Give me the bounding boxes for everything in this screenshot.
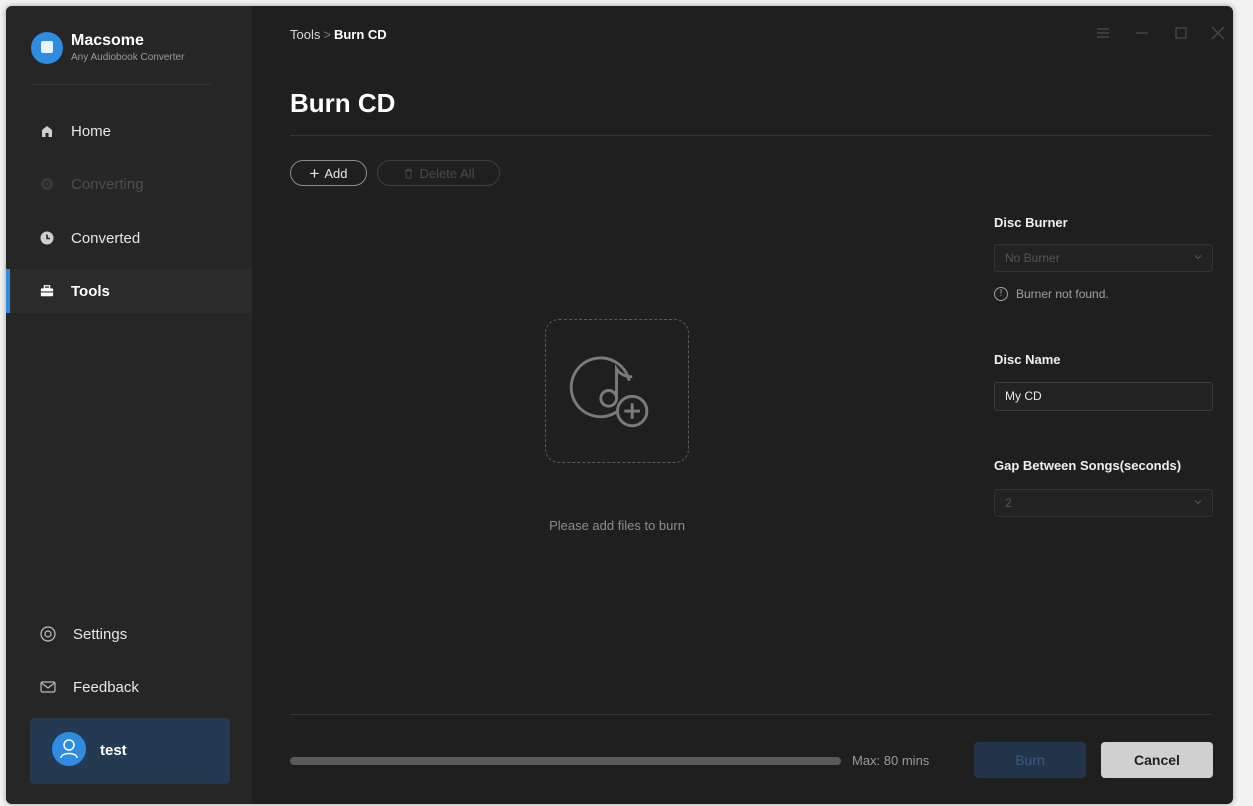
sidebar-divider	[30, 84, 212, 85]
sidebar-item-home[interactable]: Home	[6, 109, 252, 153]
minimize-icon[interactable]	[1133, 24, 1151, 42]
avatar	[52, 732, 86, 766]
app-window: Macsome Any Audiobook Converter Home Con…	[6, 6, 1233, 804]
breadcrumb-current: Burn CD	[333, 27, 387, 42]
sidebar-item-converted[interactable]: Converted	[6, 216, 252, 260]
chevron-down-icon	[1194, 255, 1202, 260]
app-subtitle: Any Audiobook Converter	[71, 52, 185, 63]
clock-icon	[40, 231, 54, 245]
app-name: Macsome	[71, 32, 144, 49]
disc-name-label: Disc Name	[994, 352, 1061, 367]
toolbox-icon	[40, 285, 54, 297]
delete-all-button: Delete All	[377, 160, 500, 186]
gap-select[interactable]: 2	[994, 489, 1213, 517]
add-button-label: Add	[324, 165, 348, 181]
user-account[interactable]: test	[30, 718, 230, 784]
sidebar-item-label: Settings	[73, 625, 128, 643]
user-name: test	[100, 742, 127, 759]
sidebar-item-tools[interactable]: Tools	[6, 269, 252, 313]
footer-divider	[290, 714, 1212, 715]
drop-hint: Please add files to burn	[549, 518, 685, 533]
add-button[interactable]: + Add	[290, 160, 367, 186]
chevron-down-icon	[1194, 500, 1202, 505]
info-icon: !	[994, 287, 1008, 301]
cancel-button[interactable]: Cancel	[1101, 742, 1213, 778]
plus-icon: +	[309, 163, 320, 183]
page-title: Burn CD	[290, 88, 396, 118]
music-add-icon	[569, 356, 649, 428]
user-icon	[60, 739, 78, 759]
app-logo-icon	[31, 32, 63, 64]
disc-burner-value: No Burner	[1005, 251, 1060, 265]
add-files-dropzone[interactable]	[545, 319, 689, 463]
breadcrumb: Tools > Burn CD	[290, 27, 387, 42]
burn-button[interactable]: Burn	[974, 742, 1086, 778]
settings-icon	[40, 626, 56, 642]
breadcrumb-separator: >	[323, 27, 331, 42]
sidebar-item-feedback[interactable]: Feedback	[6, 665, 252, 709]
disc-name-input[interactable]: My CD	[994, 382, 1213, 411]
mail-icon	[40, 681, 56, 693]
sidebar: Macsome Any Audiobook Converter Home Con…	[6, 6, 252, 804]
trash-icon	[404, 168, 412, 179]
title-divider	[290, 135, 1212, 136]
capacity-progress-bar	[290, 757, 841, 765]
maximize-icon[interactable]	[1172, 24, 1190, 42]
gap-value: 2	[1005, 496, 1012, 510]
max-capacity-label: Max: 80 mins	[852, 753, 930, 768]
breadcrumb-parent[interactable]: Tools	[290, 27, 320, 42]
sidebar-item-settings[interactable]: Settings	[6, 612, 252, 656]
sidebar-item-converting: Converting	[6, 162, 252, 206]
converting-icon	[41, 178, 53, 190]
burner-warning: ! Burner not found.	[994, 287, 1109, 301]
sidebar-item-label: Home	[71, 122, 112, 140]
sidebar-item-label: Tools	[71, 282, 110, 300]
home-icon	[42, 126, 52, 137]
sidebar-item-label: Converting	[71, 175, 144, 193]
gap-label: Gap Between Songs(seconds)	[994, 458, 1182, 473]
disc-burner-select[interactable]: No Burner	[994, 244, 1213, 272]
sidebar-item-label: Converted	[71, 229, 141, 247]
sidebar-item-label: Feedback	[73, 678, 139, 696]
disc-burner-label: Disc Burner	[994, 215, 1068, 230]
burner-warning-text: Burner not found.	[1016, 287, 1109, 301]
menu-icon[interactable]	[1094, 24, 1112, 42]
delete-all-label: Delete All	[419, 165, 475, 181]
close-icon[interactable]	[1209, 24, 1227, 42]
